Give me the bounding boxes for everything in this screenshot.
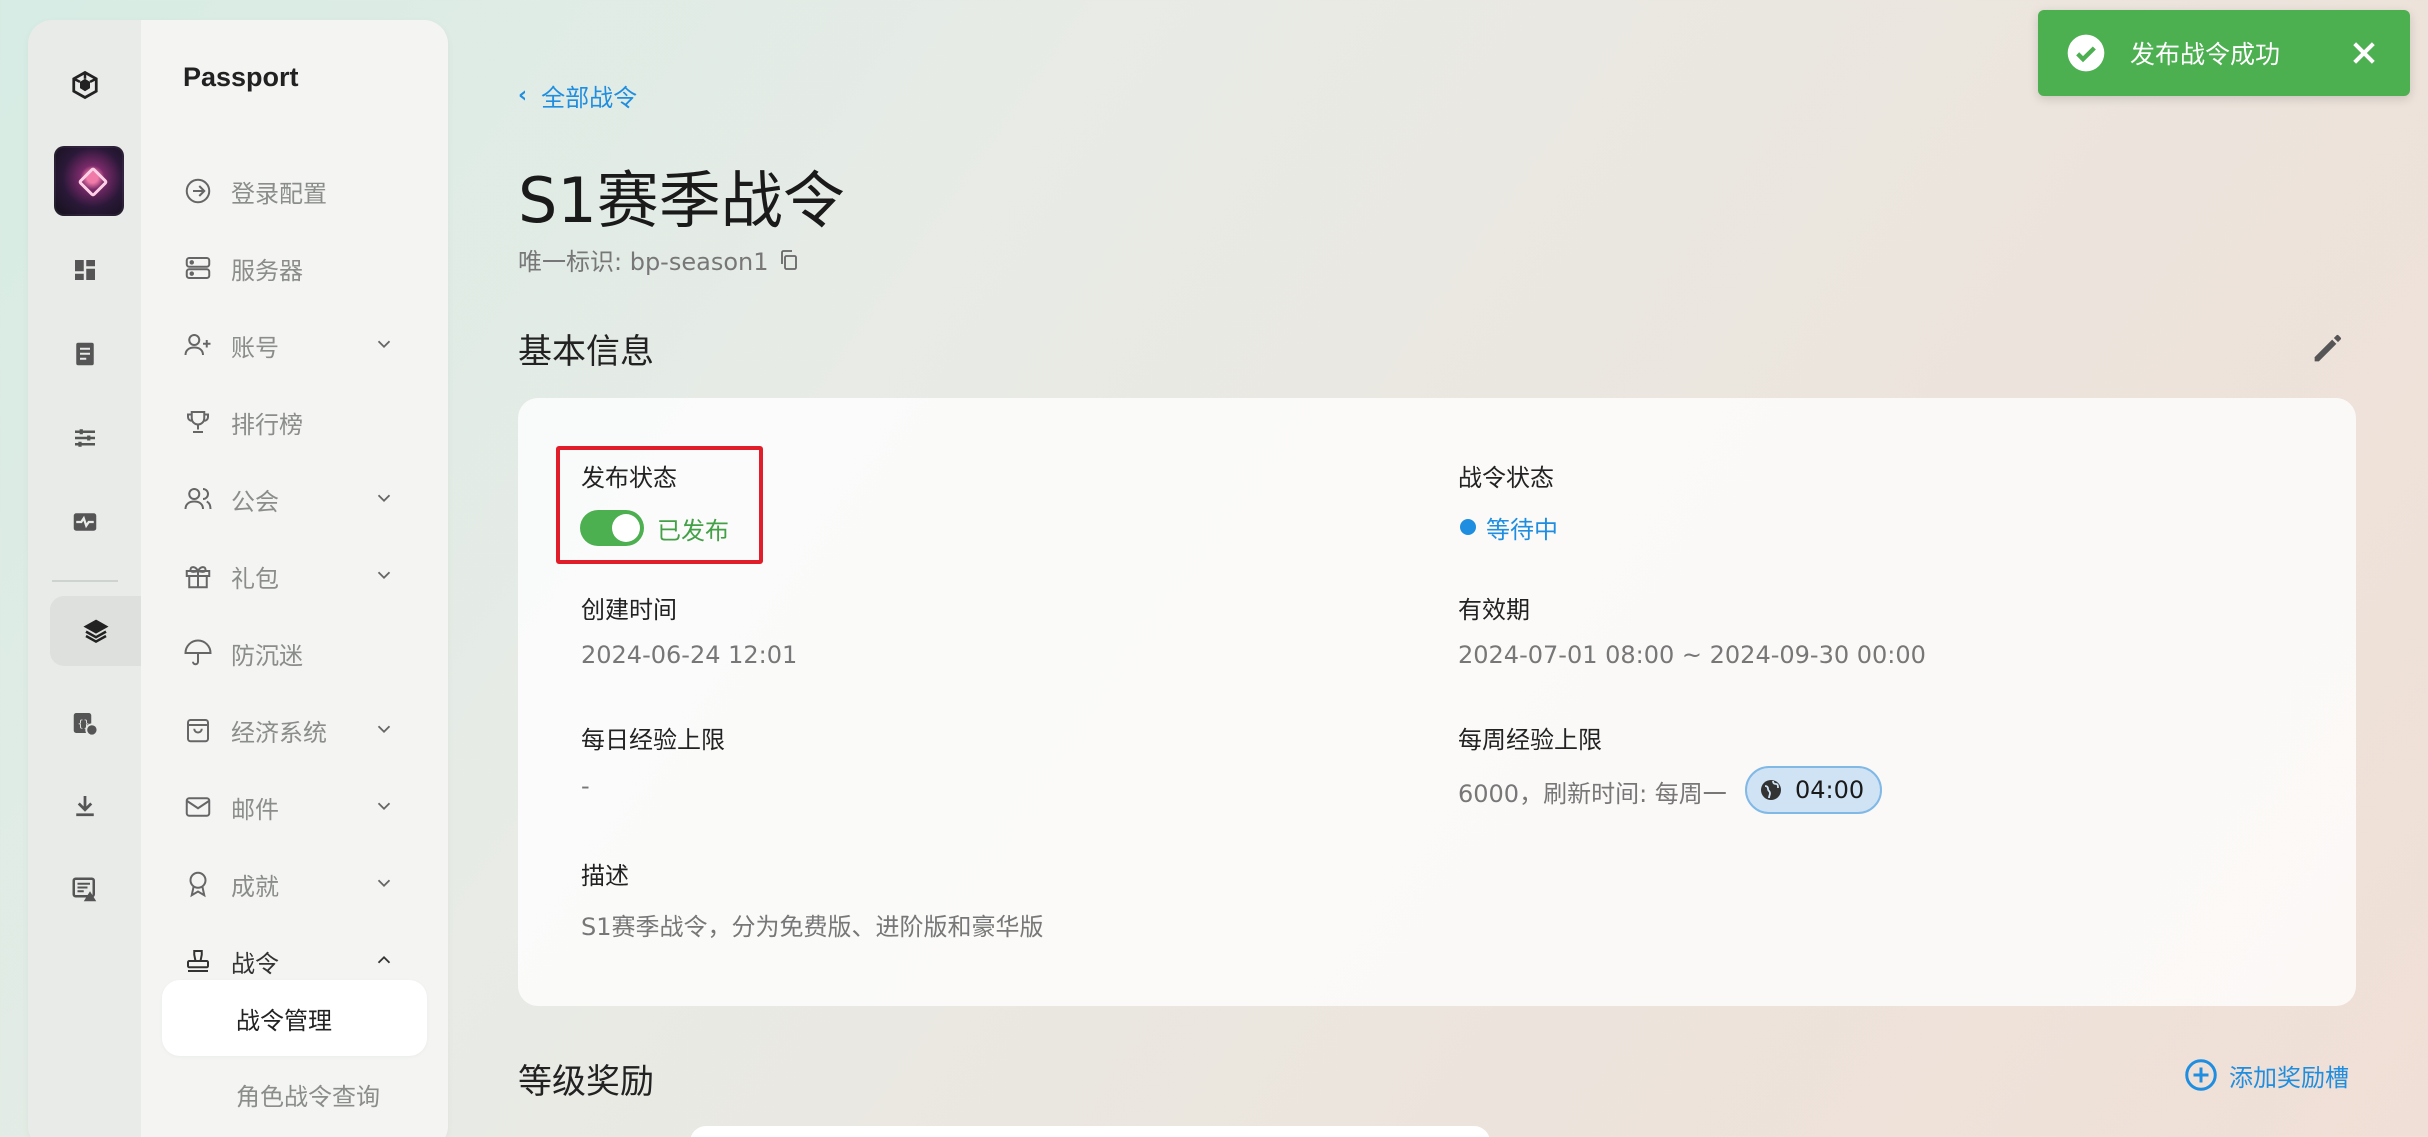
menu-item-account[interactable]: 账号 bbox=[181, 320, 411, 370]
chevron-down-icon bbox=[377, 494, 391, 503]
description-label: 描述 bbox=[581, 862, 629, 890]
toast-message: 发布战令成功 bbox=[2130, 40, 2281, 69]
chevron-down-icon bbox=[377, 340, 391, 349]
close-icon[interactable] bbox=[2348, 37, 2380, 69]
menu-item-label: 战令 bbox=[231, 949, 279, 978]
copy-icon[interactable] bbox=[777, 248, 801, 272]
created-time-label: 创建时间 bbox=[581, 596, 677, 624]
publish-status-value: 已发布 bbox=[657, 517, 729, 545]
layers-icon[interactable] bbox=[50, 596, 141, 666]
icon-rail: {} bbox=[28, 20, 141, 1137]
mail-icon bbox=[181, 790, 215, 824]
menu-item-guild[interactable]: 公会 bbox=[181, 474, 411, 524]
weekly-exp-label: 每周经验上限 bbox=[1458, 726, 1602, 754]
gift-icon bbox=[181, 559, 215, 593]
menu-item-anti-addiction[interactable]: 防沉迷 bbox=[181, 628, 411, 678]
chevron-down-icon bbox=[377, 571, 391, 580]
chevron-up-icon bbox=[377, 955, 391, 964]
refresh-time-chip[interactable]: 04:00 bbox=[1745, 766, 1883, 814]
unity-logo-icon[interactable] bbox=[50, 50, 120, 120]
user-plus-icon bbox=[181, 328, 215, 362]
trophy-icon bbox=[181, 405, 215, 439]
daily-exp-value: - bbox=[581, 772, 590, 800]
nav-menu: Passport 登录配置 服务器 账号 排行榜 公会 礼包 防沉迷 经济系统 … bbox=[141, 20, 448, 1137]
page-title: S1赛季战令 bbox=[518, 164, 845, 237]
menu-item-label: 邮件 bbox=[231, 795, 279, 824]
stamp-icon bbox=[181, 944, 215, 978]
menu-item-achievement[interactable]: 成就 bbox=[181, 859, 411, 909]
chevron-down-icon bbox=[377, 802, 391, 811]
menu-item-label: 成就 bbox=[231, 872, 279, 901]
created-time-value: 2024-06-24 12:01 bbox=[581, 641, 798, 669]
validity-label: 有效期 bbox=[1458, 596, 1530, 624]
shopping-bag-icon bbox=[181, 713, 215, 747]
report-alert-icon[interactable] bbox=[50, 855, 120, 925]
menu-item-label: 账号 bbox=[231, 333, 279, 362]
users-icon bbox=[181, 482, 215, 516]
menu-item-server[interactable]: 服务器 bbox=[181, 243, 411, 293]
basic-info-title: 基本信息 bbox=[518, 332, 654, 372]
menu-item-label: 登录配置 bbox=[231, 179, 327, 208]
main-content: ‹ 全部战令 S1赛季战令 唯一标识: bp-season1 基本信息 发布状态… bbox=[518, 0, 2358, 1137]
status-dot bbox=[1460, 519, 1476, 535]
arrow-right-circle-icon bbox=[181, 174, 215, 208]
unique-id: 唯一标识: bp-season1 bbox=[518, 242, 801, 277]
submenu-item-role-pass-query[interactable]: 角色战令查询 bbox=[162, 1056, 427, 1132]
menu-item-label: 服务器 bbox=[231, 256, 303, 285]
globe-icon bbox=[1761, 780, 1781, 800]
document-icon[interactable] bbox=[50, 319, 120, 389]
project-avatar[interactable] bbox=[54, 146, 124, 216]
pass-status-label: 战令状态 bbox=[1458, 464, 1554, 492]
pulse-monitor-icon[interactable] bbox=[50, 487, 120, 557]
rewards-title: 等级奖励 bbox=[518, 1062, 654, 1102]
check-circle-icon bbox=[2067, 34, 2105, 72]
menu-item-label: 防沉迷 bbox=[231, 641, 303, 670]
sliders-icon[interactable] bbox=[50, 403, 120, 473]
menu-item-mail[interactable]: 邮件 bbox=[181, 782, 411, 832]
pass-status-value: 等待中 bbox=[1486, 516, 1558, 544]
validity-value: 2024-07-01 08:00 ~ 2024-09-30 00:00 bbox=[1458, 641, 1926, 669]
add-reward-slot-button[interactable]: 添加奖励槽 bbox=[2183, 1057, 2349, 1093]
chevron-down-icon bbox=[377, 725, 391, 734]
menu-item-login-config[interactable]: 登录配置 bbox=[181, 166, 411, 216]
refresh-time-value: 04:00 bbox=[1795, 776, 1865, 804]
download-icon[interactable] bbox=[50, 771, 120, 841]
menu-item-leaderboard[interactable]: 排行榜 bbox=[181, 397, 411, 447]
basic-info-card: 发布状态 已发布 战令状态 等待中 创建时间 2024-06-24 12:01 … bbox=[518, 398, 2356, 1006]
back-link-label: 全部战令 bbox=[541, 84, 638, 112]
menu-item-economy[interactable]: 经济系统 bbox=[181, 705, 411, 755]
add-reward-slot-label: 添加奖励槽 bbox=[2229, 1063, 2349, 1092]
rail-divider bbox=[52, 580, 118, 582]
cloud-code-icon[interactable]: {} bbox=[50, 688, 120, 758]
award-icon bbox=[181, 867, 215, 901]
sidebar: {} Passport 登录配置 服务器 账号 排行榜 公会 礼包 防沉迷 经济… bbox=[28, 20, 448, 1137]
daily-exp-label: 每日经验上限 bbox=[581, 726, 725, 754]
app-title: Passport bbox=[183, 62, 299, 92]
menu-item-gift[interactable]: 礼包 bbox=[181, 551, 411, 601]
server-icon bbox=[181, 251, 215, 285]
chevron-down-icon bbox=[377, 879, 391, 888]
dashboard-icon[interactable] bbox=[50, 235, 120, 305]
weekly-exp-value: 6000，刷新时间: 每周一 bbox=[1458, 780, 1727, 808]
submenu-item-pass-management[interactable]: 战令管理 bbox=[162, 980, 427, 1056]
back-link[interactable]: ‹ 全部战令 bbox=[518, 78, 637, 113]
umbrella-icon bbox=[181, 636, 215, 670]
success-toast: 发布战令成功 bbox=[2038, 10, 2410, 96]
menu-item-label: 礼包 bbox=[231, 564, 279, 593]
publish-toggle[interactable] bbox=[580, 510, 644, 546]
rewards-card-edge bbox=[690, 1126, 1490, 1137]
plus-circle-icon bbox=[2185, 1059, 2217, 1091]
menu-item-label: 排行榜 bbox=[231, 410, 303, 439]
description-value: S1赛季战令，分为免费版、进阶版和豪华版 bbox=[581, 913, 1044, 941]
menu-item-label: 经济系统 bbox=[231, 718, 327, 747]
menu-item-label: 公会 bbox=[231, 487, 279, 516]
publish-status-label: 发布状态 bbox=[581, 464, 677, 492]
edit-icon[interactable] bbox=[2308, 328, 2348, 368]
menu-item-battle-pass[interactable]: 战令 bbox=[181, 936, 411, 986]
chevron-left-icon: ‹ bbox=[518, 83, 528, 108]
unique-id-text: 唯一标识: bp-season1 bbox=[518, 248, 769, 276]
